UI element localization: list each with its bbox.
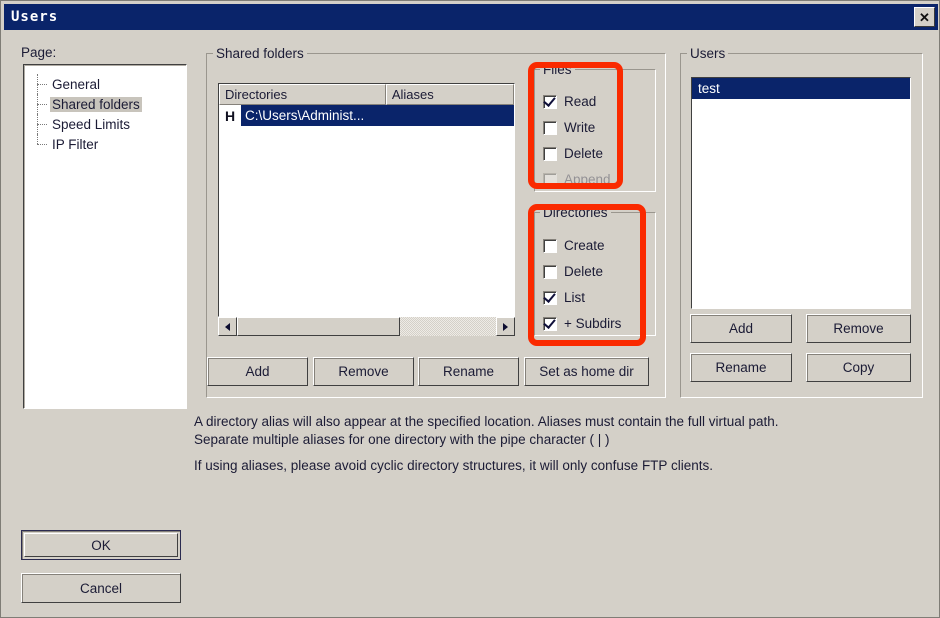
- set-as-home-dir-button[interactable]: Set as home dir: [524, 357, 649, 386]
- shared-folders-add-button[interactable]: Add: [207, 357, 308, 386]
- listview-header: Directories Aliases: [219, 84, 514, 105]
- checkbox-label: Delete: [564, 264, 604, 279]
- shared-folders-remove-button[interactable]: Remove: [313, 357, 414, 386]
- scroll-left-button[interactable]: [218, 317, 237, 336]
- checkbox-box[interactable]: [543, 315, 557, 331]
- sidebar-item-label: IP Filter: [52, 136, 99, 152]
- alias-description-paragraph-1: A directory alias will also appear at th…: [194, 414, 779, 447]
- sidebar-item-speed-limits[interactable]: Speed Limits: [24, 114, 186, 134]
- tree-tick: [37, 144, 47, 145]
- checkbox-label: Append: [564, 172, 611, 187]
- checkbox-box[interactable]: [543, 289, 557, 305]
- checkbox-box[interactable]: [543, 172, 557, 187]
- titlebar: Users ✕: [4, 4, 938, 30]
- checkbox-subdirs[interactable]: + Subdirs: [543, 315, 622, 331]
- tree-tick: [37, 104, 47, 105]
- sidebar-item-label: Shared folders: [50, 96, 142, 112]
- directories-listview[interactable]: Directories Aliases H C:\Users\Administ.…: [218, 83, 515, 317]
- users-copy-button[interactable]: Copy: [806, 353, 911, 382]
- sidebar-item-label: Speed Limits: [52, 116, 131, 132]
- checkbox-box[interactable]: [543, 238, 557, 253]
- user-name: test: [692, 78, 910, 99]
- users-group-title: Users: [687, 46, 729, 61]
- checkbox-box[interactable]: [543, 120, 557, 135]
- chevron-right-icon: [503, 322, 508, 331]
- sidebar-item-general[interactable]: General: [24, 74, 186, 94]
- users-remove-button[interactable]: Remove: [806, 314, 911, 343]
- scroll-right-button[interactable]: [496, 317, 515, 336]
- column-header-directories[interactable]: Directories: [219, 84, 386, 105]
- checkbox-list[interactable]: List: [543, 289, 586, 305]
- checkbox-label: Delete: [564, 146, 604, 161]
- page-label: Page:: [21, 45, 57, 60]
- shared-folders-group-title: Shared folders: [213, 46, 307, 61]
- checkbox-delete-dirs[interactable]: Delete: [543, 264, 603, 279]
- table-row[interactable]: H C:\Users\Administ...: [219, 105, 514, 126]
- shared-folders-rename-button[interactable]: Rename: [418, 357, 519, 386]
- checkbox-delete-files[interactable]: Delete: [543, 146, 603, 161]
- close-icon[interactable]: ✕: [914, 7, 935, 27]
- checkbox-label: Write: [564, 120, 596, 135]
- checkbox-label: List: [564, 290, 586, 305]
- directories-hscrollbar[interactable]: [218, 317, 515, 336]
- check-icon: [543, 93, 556, 107]
- page-tree[interactable]: General Shared folders Speed Limits IP F…: [23, 64, 187, 409]
- list-item[interactable]: test: [692, 78, 910, 99]
- home-dir-flag: H: [224, 107, 236, 124]
- tree-tick: [37, 124, 47, 125]
- check-icon: [543, 315, 556, 329]
- tree-tick: [37, 84, 47, 85]
- checkbox-label: Read: [564, 94, 597, 109]
- users-listbox[interactable]: test: [691, 77, 911, 309]
- files-group-title: Files: [540, 62, 575, 77]
- checkbox-box[interactable]: [543, 146, 557, 161]
- users-dialog: Users ✕ Page: General Shared folders Spe…: [0, 0, 940, 618]
- focus-ring: [24, 533, 178, 557]
- checkbox-label: Create: [564, 238, 605, 253]
- alias-description-paragraph-2: If using aliases, please avoid cyclic di…: [194, 458, 713, 473]
- chevron-left-icon: [225, 322, 230, 331]
- checkbox-create[interactable]: Create: [543, 238, 605, 253]
- directory-path: C:\Users\Administ...: [241, 105, 514, 126]
- column-header-aliases[interactable]: Aliases: [385, 84, 514, 105]
- cancel-button[interactable]: Cancel: [21, 573, 181, 603]
- sidebar-item-ip-filter[interactable]: IP Filter: [24, 134, 186, 154]
- checkbox-write[interactable]: Write: [543, 120, 595, 135]
- check-icon: [543, 289, 556, 303]
- users-add-button[interactable]: Add: [690, 314, 792, 343]
- sidebar-item-shared-folders[interactable]: Shared folders: [24, 94, 186, 114]
- sidebar-item-label: General: [52, 76, 101, 92]
- window-title: Users: [11, 9, 59, 25]
- checkbox-append[interactable]: Append: [543, 172, 611, 187]
- checkbox-read[interactable]: Read: [543, 93, 597, 109]
- checkbox-label: + Subdirs: [564, 316, 622, 331]
- scroll-track[interactable]: [237, 317, 496, 336]
- ok-button[interactable]: OK: [21, 530, 181, 560]
- scroll-thumb[interactable]: [237, 317, 400, 336]
- checkbox-box[interactable]: [543, 93, 557, 109]
- directories-group-title: Directories: [540, 205, 611, 220]
- checkbox-box[interactable]: [543, 264, 557, 279]
- tree-line: [37, 134, 38, 144]
- users-rename-button[interactable]: Rename: [690, 353, 792, 382]
